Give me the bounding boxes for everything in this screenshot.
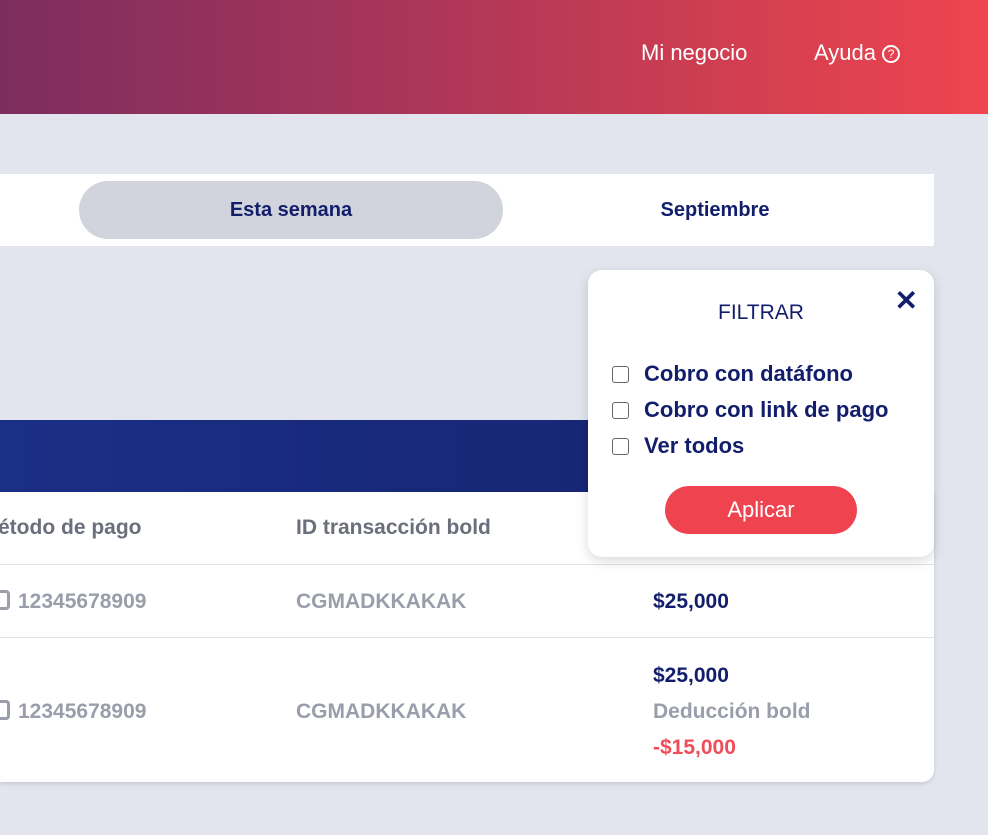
phone-icon: [0, 700, 10, 720]
nav-ayuda[interactable]: Ayuda ?: [814, 40, 901, 66]
table-row[interactable]: 12345678909 CGMADKKAKAK $25,000 Deducció…: [0, 637, 934, 782]
period-tabs: Esta semana Septiembre: [0, 174, 934, 246]
table-row[interactable]: 12345678909 CGMADKKAKAK $25,000: [0, 564, 934, 637]
filter-popup: FILTRAR ✕ Cobro con datáfono Cobro con l…: [588, 270, 934, 557]
amount: $25,000: [653, 590, 729, 613]
deduction-label: Deducción bold: [653, 700, 811, 723]
filter-title: FILTRAR: [718, 301, 804, 324]
column-header-payment-method: étodo de pago: [0, 516, 142, 539]
filter-option-datafono[interactable]: Cobro con datáfono: [612, 361, 853, 387]
checkbox[interactable]: [612, 365, 629, 383]
tab-esta-semana[interactable]: Esta semana: [79, 181, 503, 239]
deduction-amount: -$15,000: [653, 736, 736, 759]
option-label: Cobro con link de pago: [644, 397, 889, 422]
tab-septiembre[interactable]: Septiembre: [503, 181, 927, 239]
payment-method: 12345678909: [0, 590, 146, 614]
phone-icon: [0, 590, 10, 610]
transaction-id: CGMADKKAKAK: [296, 590, 467, 613]
apply-button[interactable]: Aplicar: [665, 486, 857, 534]
nav-mi-negocio[interactable]: Mi negocio: [641, 40, 747, 66]
column-header-transaction-id: ID transacción bold: [296, 516, 491, 539]
close-icon[interactable]: ✕: [895, 284, 918, 317]
checkbox[interactable]: [612, 437, 629, 455]
payment-method-number: 12345678909: [18, 590, 147, 613]
checkbox[interactable]: [612, 401, 629, 419]
payment-method-number: 12345678909: [18, 700, 147, 723]
payment-method: 12345678909: [0, 700, 146, 724]
filter-option-ver-todos[interactable]: Ver todos: [612, 433, 744, 459]
option-label: Cobro con datáfono: [644, 361, 853, 386]
amount: $25,000: [653, 664, 729, 687]
filter-option-link-de-pago[interactable]: Cobro con link de pago: [612, 397, 888, 423]
question-circle-icon: ?: [882, 45, 901, 63]
header: Mi negocio Ayuda ?: [0, 0, 988, 114]
transaction-id: CGMADKKAKAK: [296, 700, 467, 723]
option-label: Ver todos: [644, 433, 745, 458]
nav-ayuda-label: Ayuda: [814, 40, 876, 65]
